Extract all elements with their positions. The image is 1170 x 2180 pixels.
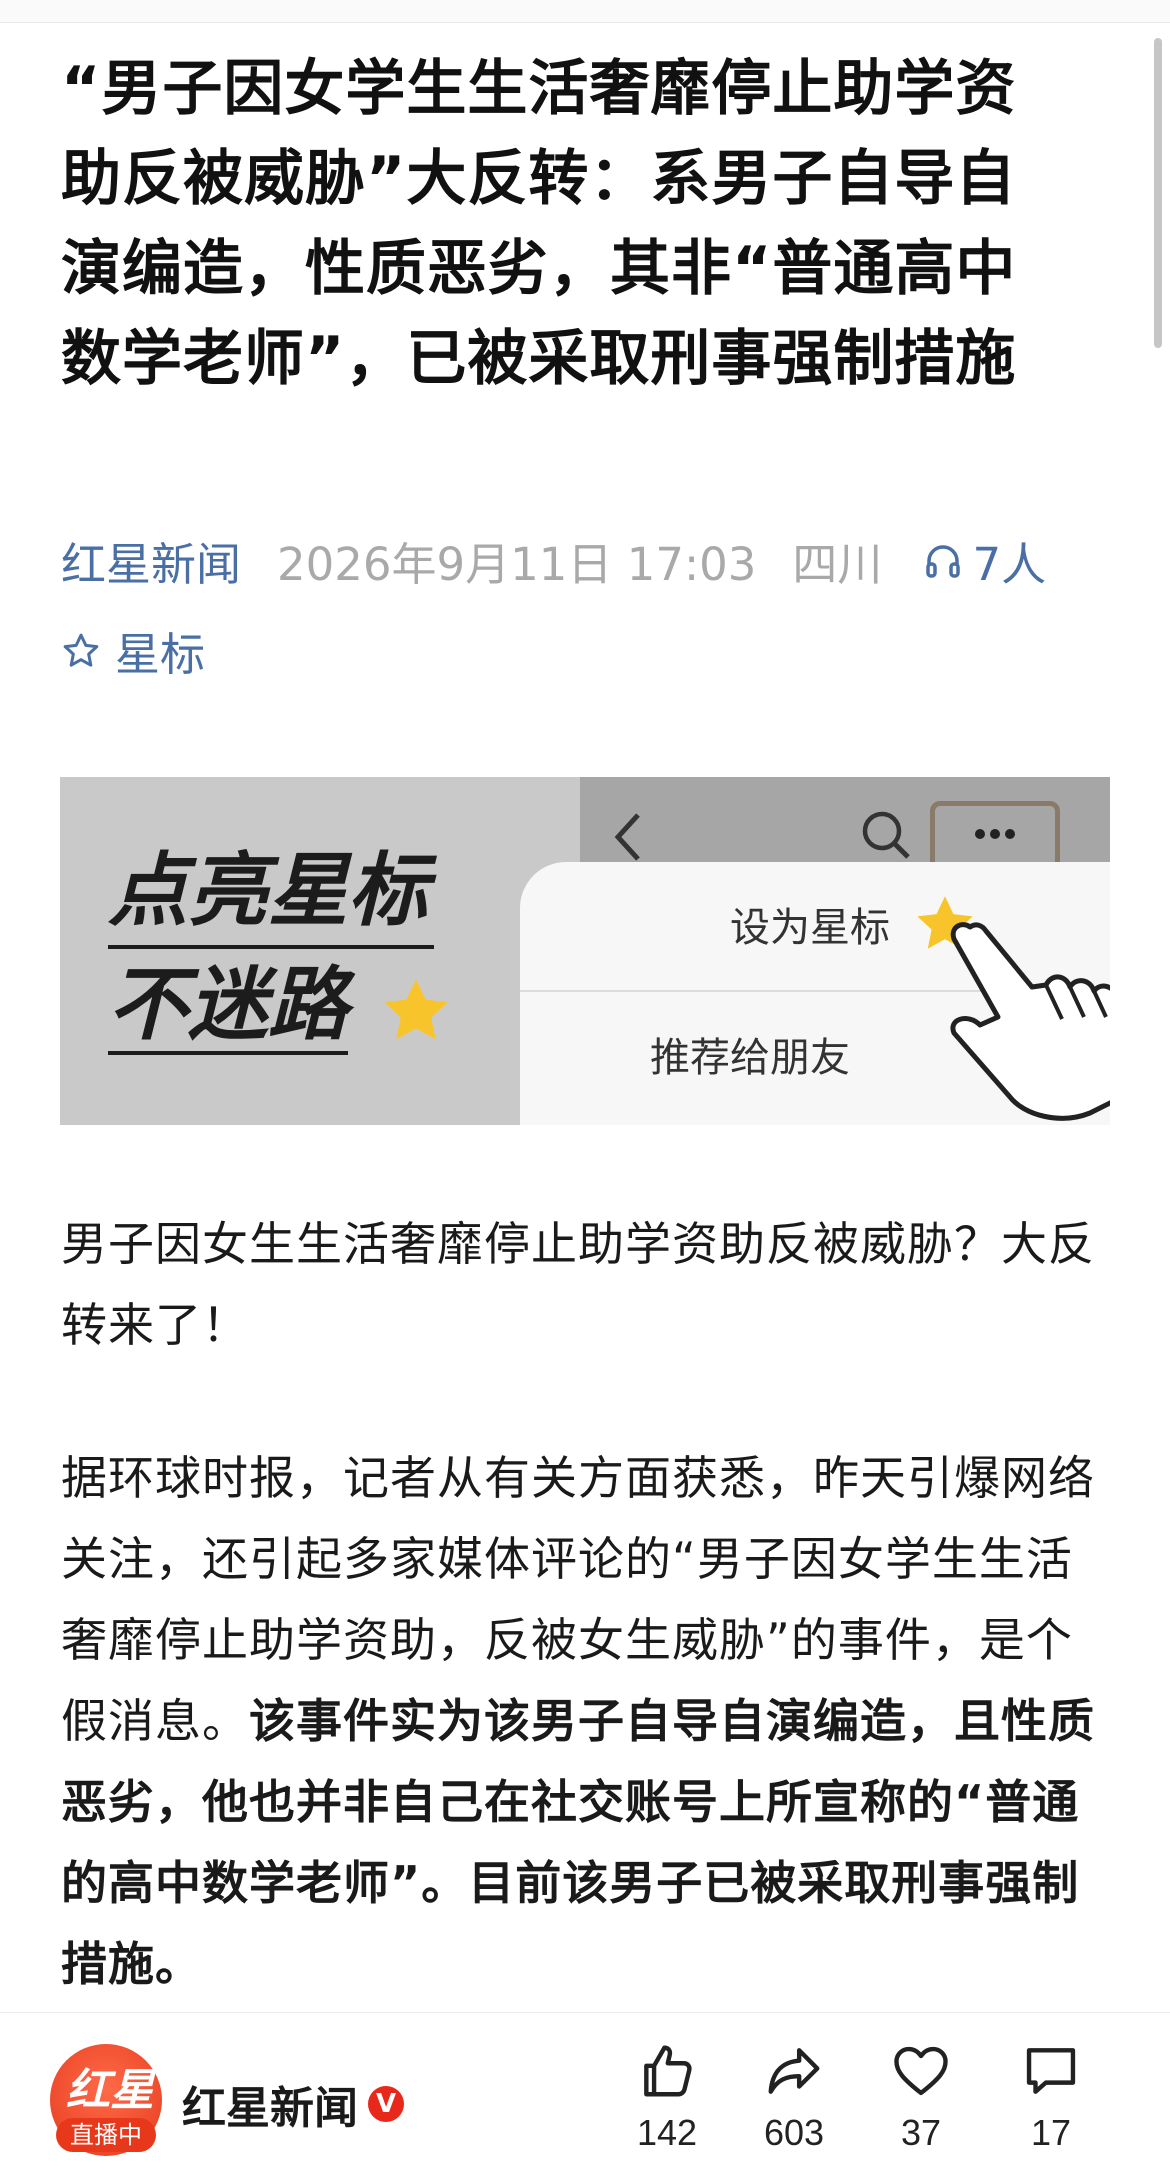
star-mark-label: 星标: [115, 628, 206, 681]
scrollbar[interactable]: [1154, 38, 1162, 348]
share-button[interactable]: 603: [739, 2040, 849, 2154]
slogan-line-1: 点亮星标: [108, 835, 434, 949]
share-icon: [768, 2048, 820, 2094]
region-label: 四川: [792, 538, 883, 591]
thumbs-up-icon: [644, 2045, 692, 2097]
publish-date: 2026年9月11日 17:03: [277, 538, 757, 591]
set-star-label: 设为星标: [730, 905, 890, 951]
heart-icon: [894, 2046, 948, 2096]
star-promo-banner: 点亮星标 不迷路 设为星标 推荐给朋友: [60, 777, 1110, 1125]
star-outline-icon: [63, 633, 99, 667]
search-icon: [862, 811, 910, 859]
article-meta: 红星新闻 2026年9月11日 17:03 四川 7人: [61, 528, 1046, 593]
verified-badge: V: [368, 2086, 404, 2122]
slogan-line-2-wrap: 不迷路: [108, 949, 462, 1059]
listener-count: 7人: [972, 538, 1047, 591]
source-link[interactable]: 红星新闻: [61, 528, 241, 593]
share-count: 603: [763, 2112, 825, 2153]
comment-count: 17: [1030, 2112, 1072, 2153]
article-title: “男子因女学生生活奢靡停止助学资助反被威胁”大反转：系男子自导自演编造，性质恶劣…: [61, 54, 1017, 394]
author-name: 红星新闻: [182, 2083, 358, 2134]
more-button: [930, 801, 1060, 871]
favorite-count: 37: [900, 2112, 942, 2153]
paragraph-1: 男子因女生生活奢靡停止助学资助反被威胁？大反转来了！: [61, 1217, 1095, 1352]
hand-pointer-icon: [950, 922, 1110, 1121]
comment-icon: [1026, 2048, 1076, 2094]
avatar-logo: 红星: [66, 2065, 154, 2116]
top-status-strip: [0, 0, 1170, 23]
like-count: 142: [636, 2112, 698, 2153]
slogan-line-2: 不迷路: [108, 957, 348, 1055]
author-name-button[interactable]: 红星新闻 V: [182, 2072, 404, 2136]
comment-button[interactable]: 17: [996, 2040, 1106, 2154]
listen-button[interactable]: 7人: [924, 528, 1046, 593]
live-badge: 直播中: [56, 2118, 156, 2152]
like-button[interactable]: 142: [612, 2040, 722, 2154]
back-chevron-icon: [614, 813, 640, 861]
more-icon: [975, 829, 1015, 839]
recommend-label: 推荐给朋友: [650, 1035, 850, 1081]
favorite-button[interactable]: 37: [866, 2040, 976, 2154]
banner-slogan: 点亮星标 不迷路: [108, 835, 462, 1059]
avatar[interactable]: 红星 直播中: [50, 2044, 162, 2156]
star-icon: [384, 979, 448, 1040]
star-mark-button[interactable]: 星标: [61, 618, 205, 683]
headphones-icon: [926, 544, 961, 578]
paragraph-2: 据环球时报，记者从有关方面获悉，昨天引爆网络关注，还引起多家媒体评论的“男子因女…: [61, 1438, 1111, 2005]
bottom-action-bar: [0, 2012, 1170, 2180]
